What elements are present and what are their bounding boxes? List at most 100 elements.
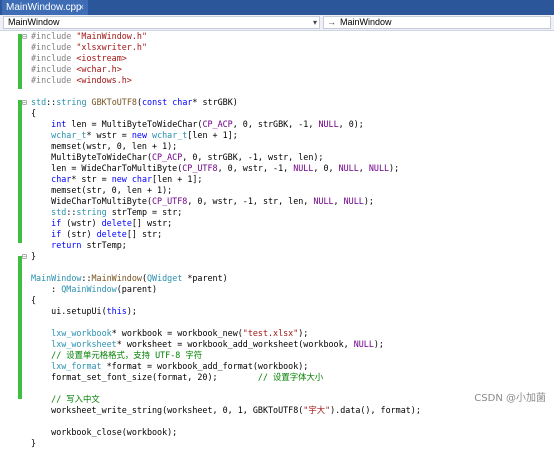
code-line[interactable]: #include <windows.h> [31, 75, 132, 86]
code-token: QWidget [146, 273, 183, 283]
change-margin-bar [18, 100, 22, 243]
code-line[interactable]: } [31, 251, 36, 262]
fold-toggle-icon[interactable]: ⊟ [22, 31, 27, 42]
code-line[interactable]: char* str = new char[len + 1]; [31, 174, 202, 185]
code-token: return [51, 240, 82, 250]
fold-toggle-icon[interactable]: ⊟ [22, 97, 27, 108]
code-line[interactable]: memset(str, 0, len + 1); [31, 185, 172, 196]
code-line[interactable]: std::string strTemp = str; [31, 207, 182, 218]
code-token: std [31, 97, 47, 107]
code-line[interactable]: if (wstr) delete[] wstr; [31, 218, 172, 229]
fold-toggle-icon[interactable]: ⊟ [22, 251, 27, 262]
change-margin-bar [18, 34, 22, 89]
code-line[interactable]: } [31, 438, 36, 449]
code-line[interactable]: lxw_worksheet* worksheet = workbook_add_… [31, 339, 384, 350]
code-line[interactable]: memset(wstr, 0, len + 1); [31, 141, 177, 152]
code-token: :: [46, 97, 57, 107]
code-token: NULL [368, 163, 390, 173]
code-line[interactable]: { [31, 295, 36, 306]
code-token: , 0, strGBK, -1, wstr, len); [182, 152, 324, 162]
code-line[interactable]: WideCharToMultiByte(CP_UTF8, 0, wstr, -1… [31, 196, 374, 207]
code-token: #include [31, 53, 77, 63]
code-line[interactable]: #include <iostream> [31, 53, 127, 64]
code-token: len = MultiByteToWideChar( [66, 119, 203, 129]
code-token: NULL [338, 163, 359, 173]
code-line[interactable]: MultiByteToWideChar(CP_ACP, 0, strGBK, -… [31, 152, 323, 163]
code-line[interactable]: format_set_font_size(format, 20); // 设置字… [31, 372, 323, 383]
code-line[interactable]: wchar_t* wstr = new wchar_t[len + 1]; [31, 130, 238, 141]
code-token: ); [363, 196, 374, 206]
code-line[interactable]: if (str) delete[] str; [31, 229, 162, 240]
code-line[interactable]: #include "xlsxwriter.h" [31, 42, 147, 53]
code-token: this [106, 306, 127, 316]
code-token: #include [31, 75, 77, 85]
code-line[interactable]: // 写入中文 [31, 394, 100, 405]
code-token: MainWindow [31, 273, 82, 283]
code-line[interactable]: MainWindow::MainWindow(QWidget *parent) [31, 273, 228, 284]
code-line[interactable]: : QMainWindow(parent) [31, 284, 157, 295]
code-token: } [31, 438, 37, 448]
code-token: int [51, 119, 67, 129]
code-token: string [76, 207, 107, 217]
code-line[interactable]: // 设置单元格格式，支持 UTF-8 字符 [31, 350, 202, 361]
code-token: <wchar.h> [76, 64, 122, 74]
code-line[interactable]: int len = MultiByteToWideChar(CP_ACP, 0,… [31, 119, 364, 130]
code-token: delete [96, 229, 127, 239]
code-token: NULL [353, 339, 374, 349]
code-token: CP_UTF8 [182, 163, 218, 173]
code-line[interactable]: return strTemp; [31, 240, 127, 251]
code-line[interactable]: std::string GBKToUTF8(const char* strGBK… [31, 97, 238, 108]
code-token: #include [31, 31, 77, 41]
code-token: *parent) [182, 273, 228, 283]
code-token: :: [66, 207, 77, 217]
code-line[interactable]: ui.setupUi(this); [31, 306, 137, 317]
code-token: , [333, 196, 344, 206]
navigation-bar: MainWindow ▾ → MainWindow [0, 15, 554, 31]
code-token: // 设置字体大小 [257, 372, 324, 382]
close-tab-icon[interactable]: × [79, 0, 84, 15]
code-line[interactable]: len = WideCharToMultiByte(CP_UTF8, 0, ws… [31, 163, 399, 174]
code-token: WideCharToMultiByte( [31, 196, 153, 206]
code-line[interactable]: #include "MainWindow.h" [31, 31, 147, 42]
code-token: worksheet_write_string(worksheet, 0, 1, … [31, 405, 304, 415]
code-token: , 0, [313, 163, 339, 173]
code-token: * wstr = [86, 130, 132, 140]
member-dropdown[interactable]: → MainWindow [323, 16, 551, 29]
code-token: "xlsxwriter.h" [76, 42, 147, 52]
code-token: GBKToUTF8 [91, 97, 137, 107]
code-line[interactable]: #include <wchar.h> [31, 64, 122, 75]
code-token: lxw_format [51, 361, 102, 371]
watermark: CSDN @小加菌 [474, 393, 546, 404]
code-token: (parent) [116, 284, 158, 294]
code-token: NULL [343, 196, 364, 206]
tab-mainwindow-cpp[interactable]: MainWindow.cpp × [2, 0, 88, 15]
code-token: * workbook = workbook_new( [111, 328, 243, 338]
code-line[interactable]: worksheet_write_string(worksheet, 0, 1, … [31, 405, 421, 416]
class-scope-dropdown[interactable]: MainWindow ▾ [3, 16, 320, 29]
chevron-down-icon[interactable]: ▾ [313, 17, 317, 28]
code-editor[interactable]: ⊟ ⊟ ⊟ #include "MainWindow.h" #include "x… [0, 31, 554, 448]
code-token: ).data(), format); [330, 405, 421, 415]
code-token: strGBK) [202, 97, 238, 107]
code-token: "宇大" [303, 405, 331, 415]
code-token: strTemp = str; [106, 207, 183, 217]
code-line[interactable]: lxw_workbook* workbook = workbook_new("t… [31, 328, 308, 339]
code-token: #include [31, 64, 77, 74]
code-token: #include [31, 42, 77, 52]
code-token: [len + 1]; [187, 130, 238, 140]
code-token: string [56, 97, 87, 107]
code-token: memset(wstr, 0, len + 1); [31, 141, 178, 151]
code-line[interactable]: workbook_close(workbook); [31, 427, 177, 438]
code-token: CP_ACP [152, 152, 183, 162]
code-token: :: [81, 273, 92, 283]
code-line[interactable]: { [31, 108, 36, 119]
code-token: char [51, 174, 72, 184]
code-line[interactable]: lxw_format *format = workbook_add_format… [31, 361, 308, 372]
code-token: [len + 1]; [152, 174, 203, 184]
code-token: MultiByteToWideChar( [31, 152, 153, 162]
